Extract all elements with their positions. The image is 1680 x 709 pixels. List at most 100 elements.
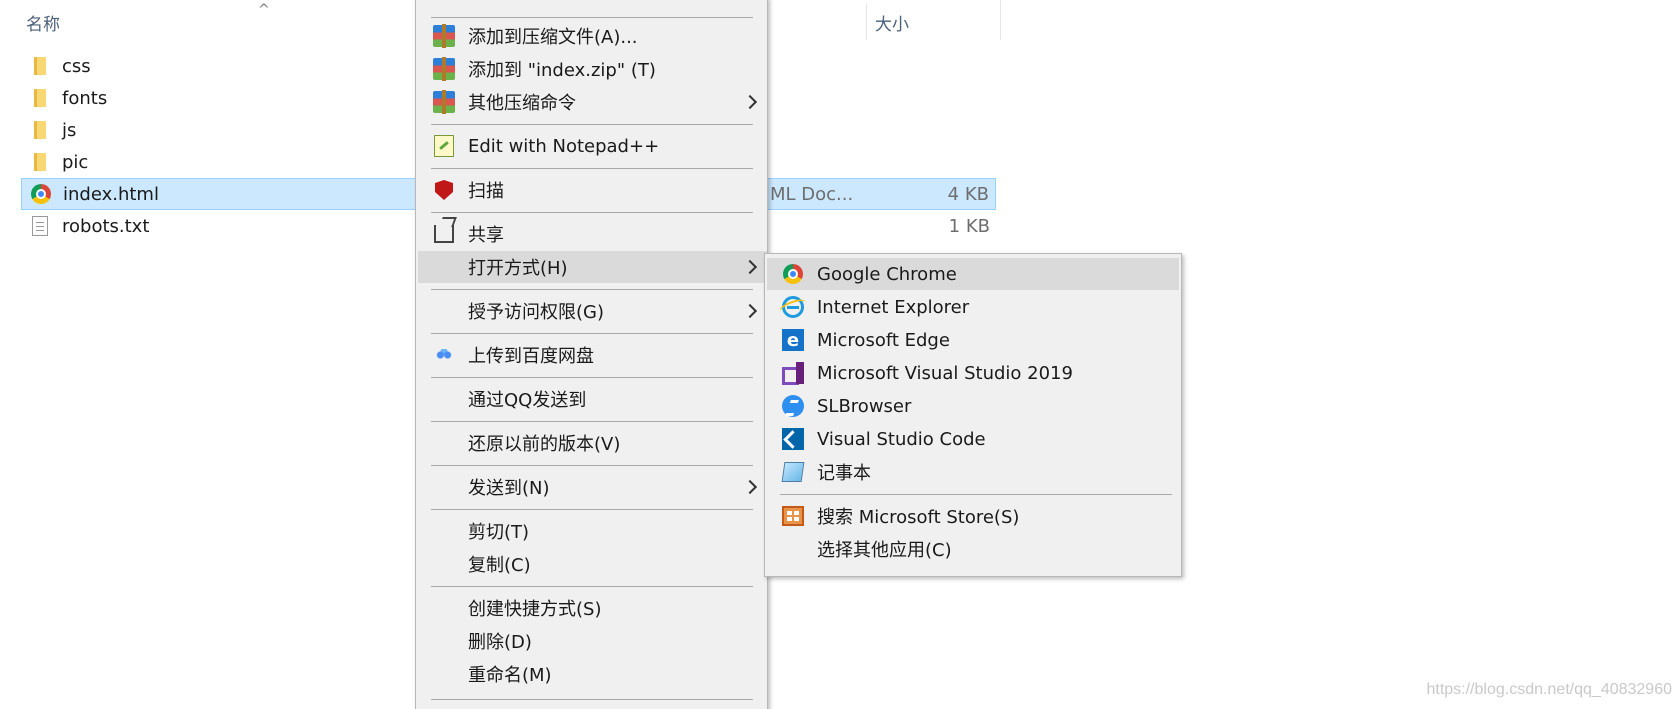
menu-separator [431,586,753,587]
menu-item-label: 复制(C) [468,555,531,576]
internet-explorer-icon [781,295,805,319]
menu-separator [431,168,753,169]
mcafee-icon [432,178,456,202]
chrome-icon [29,182,53,206]
menu-separator [431,17,753,18]
submenu-item-label: SLBrowser [817,395,912,417]
menu-item-copy[interactable]: 复制(C) [418,548,767,580]
menu-item-label: 打开方式(H) [468,258,568,279]
column-header-name[interactable]: 名称 ^ [26,2,270,40]
chevron-right-icon [742,259,758,275]
explorer-window: 名称 ^ 大小 css fonts js pic index.html ML D… [0,0,1680,709]
menu-item-scan[interactable]: 扫描 [418,174,767,206]
winrar-icon [432,57,456,81]
menu-item-label: 授予访问权限(G) [468,302,604,323]
menu-item-label: 通过QQ发送到 [468,390,587,411]
chrome-icon [781,262,805,286]
menu-item-label: 上传到百度网盘 [468,346,594,367]
file-size: 4 KB [947,183,989,205]
open-with-submenu: Google Chrome Internet Explorer e Micros… [764,253,1182,577]
submenu-item-label: Microsoft Edge [817,329,950,351]
column-divider [1000,0,1001,40]
submenu-item-label: 搜索 Microsoft Store(S) [817,507,1020,528]
folder-icon [28,118,52,142]
file-name: css [62,55,91,77]
open-with-slbrowser[interactable]: SLBrowser [767,390,1179,422]
winrar-icon [432,24,456,48]
menu-item-add-to-index-zip[interactable]: 添加到 "index.zip" (T) [418,53,767,85]
menu-item-label: 删除(D) [468,632,532,653]
file-size: 1 KB [948,215,990,237]
menu-item-other-compress[interactable]: 其他压缩命令 [418,86,767,118]
file-name: js [62,119,77,141]
menu-item-cut[interactable]: 剪切(T) [418,515,767,547]
winrar-icon [432,90,456,114]
menu-item-open-with[interactable]: 打开方式(H) [418,251,767,283]
open-with-search-store[interactable]: 搜索 Microsoft Store(S) [767,500,1179,532]
open-with-visual-studio-2019[interactable]: Microsoft Visual Studio 2019 [767,357,1179,389]
notepad-icon [781,460,805,484]
menu-separator [431,333,753,334]
menu-item-send-via-qq[interactable]: 通过QQ发送到 [418,383,767,415]
menu-item-edit-notepad-plus-plus[interactable]: Edit with Notepad++ [418,130,767,162]
submenu-item-label: Google Chrome [817,263,957,285]
menu-item-send-to[interactable]: 发送到(N) [418,471,767,503]
microsoft-store-icon [781,504,805,528]
open-with-notepad[interactable]: 记事本 [767,456,1179,488]
open-with-vscode[interactable]: Visual Studio Code [767,423,1179,455]
open-with-internet-explorer[interactable]: Internet Explorer [767,291,1179,323]
menu-separator [431,699,753,700]
sort-ascending-icon: ^ [258,2,270,18]
submenu-item-label: 记事本 [817,463,871,484]
file-name: index.html [63,183,159,205]
file-name: pic [62,151,89,173]
chevron-right-icon [742,479,758,495]
baidu-netdisk-icon [432,343,456,367]
column-header-size[interactable]: 大小 [866,4,1002,40]
menu-item-upload-baidu[interactable]: 上传到百度网盘 [418,339,767,371]
menu-item-label: 其他压缩命令 [468,93,576,114]
menu-item-label: 剪切(T) [468,522,530,543]
folder-icon [28,54,52,78]
visual-studio-icon [781,361,805,385]
menu-item-label: 重命名(M) [468,665,552,686]
share-icon [432,222,456,246]
column-header-name-label: 名称 [26,14,60,35]
menu-item-label: 创建快捷方式(S) [468,599,602,620]
menu-separator [431,421,753,422]
menu-item-label: 添加到 "index.zip" (T) [468,60,656,81]
menu-separator [431,377,753,378]
menu-item-create-shortcut[interactable]: 创建快捷方式(S) [418,592,767,624]
open-with-google-chrome[interactable]: Google Chrome [767,258,1179,290]
menu-item-label: 还原以前的版本(V) [468,434,621,455]
open-with-microsoft-edge[interactable]: e Microsoft Edge [767,324,1179,356]
file-name: fonts [62,87,108,109]
submenu-item-label: Internet Explorer [817,296,970,318]
chevron-right-icon [742,303,758,319]
menu-item-restore-versions[interactable]: 还原以前的版本(V) [418,427,767,459]
menu-separator [431,212,753,213]
menu-item-label: 扫描 [468,181,504,202]
submenu-item-label: Microsoft Visual Studio 2019 [817,362,1073,384]
vscode-icon [781,427,805,451]
menu-item-label: 添加到压缩文件(A)... [468,27,638,48]
menu-separator [431,289,753,290]
menu-item-add-to-archive[interactable]: 添加到压缩文件(A)... [418,20,767,52]
menu-item-give-access[interactable]: 授予访问权限(G) [418,295,767,327]
folder-icon [28,150,52,174]
text-file-icon [28,214,52,238]
menu-item-delete[interactable]: 删除(D) [418,625,767,657]
slbrowser-icon [781,394,805,418]
chevron-right-icon [742,94,758,110]
menu-separator [431,465,753,466]
menu-item-share[interactable]: 共享 [418,218,767,250]
submenu-item-label: Visual Studio Code [817,428,986,450]
menu-item-rename[interactable]: 重命名(M) [418,658,767,690]
menu-separator [431,124,753,125]
context-menu: 添加到压缩文件(A)... 添加到 "index.zip" (T) 其他压缩命令… [415,0,768,709]
submenu-item-label: 选择其他应用(C) [817,540,952,561]
open-with-choose-other-app[interactable]: 选择其他应用(C) [767,533,1179,565]
column-header-size-label: 大小 [875,14,909,35]
menu-item-label: 发送到(N) [468,478,550,499]
menu-item-label: Edit with Notepad++ [468,135,660,157]
